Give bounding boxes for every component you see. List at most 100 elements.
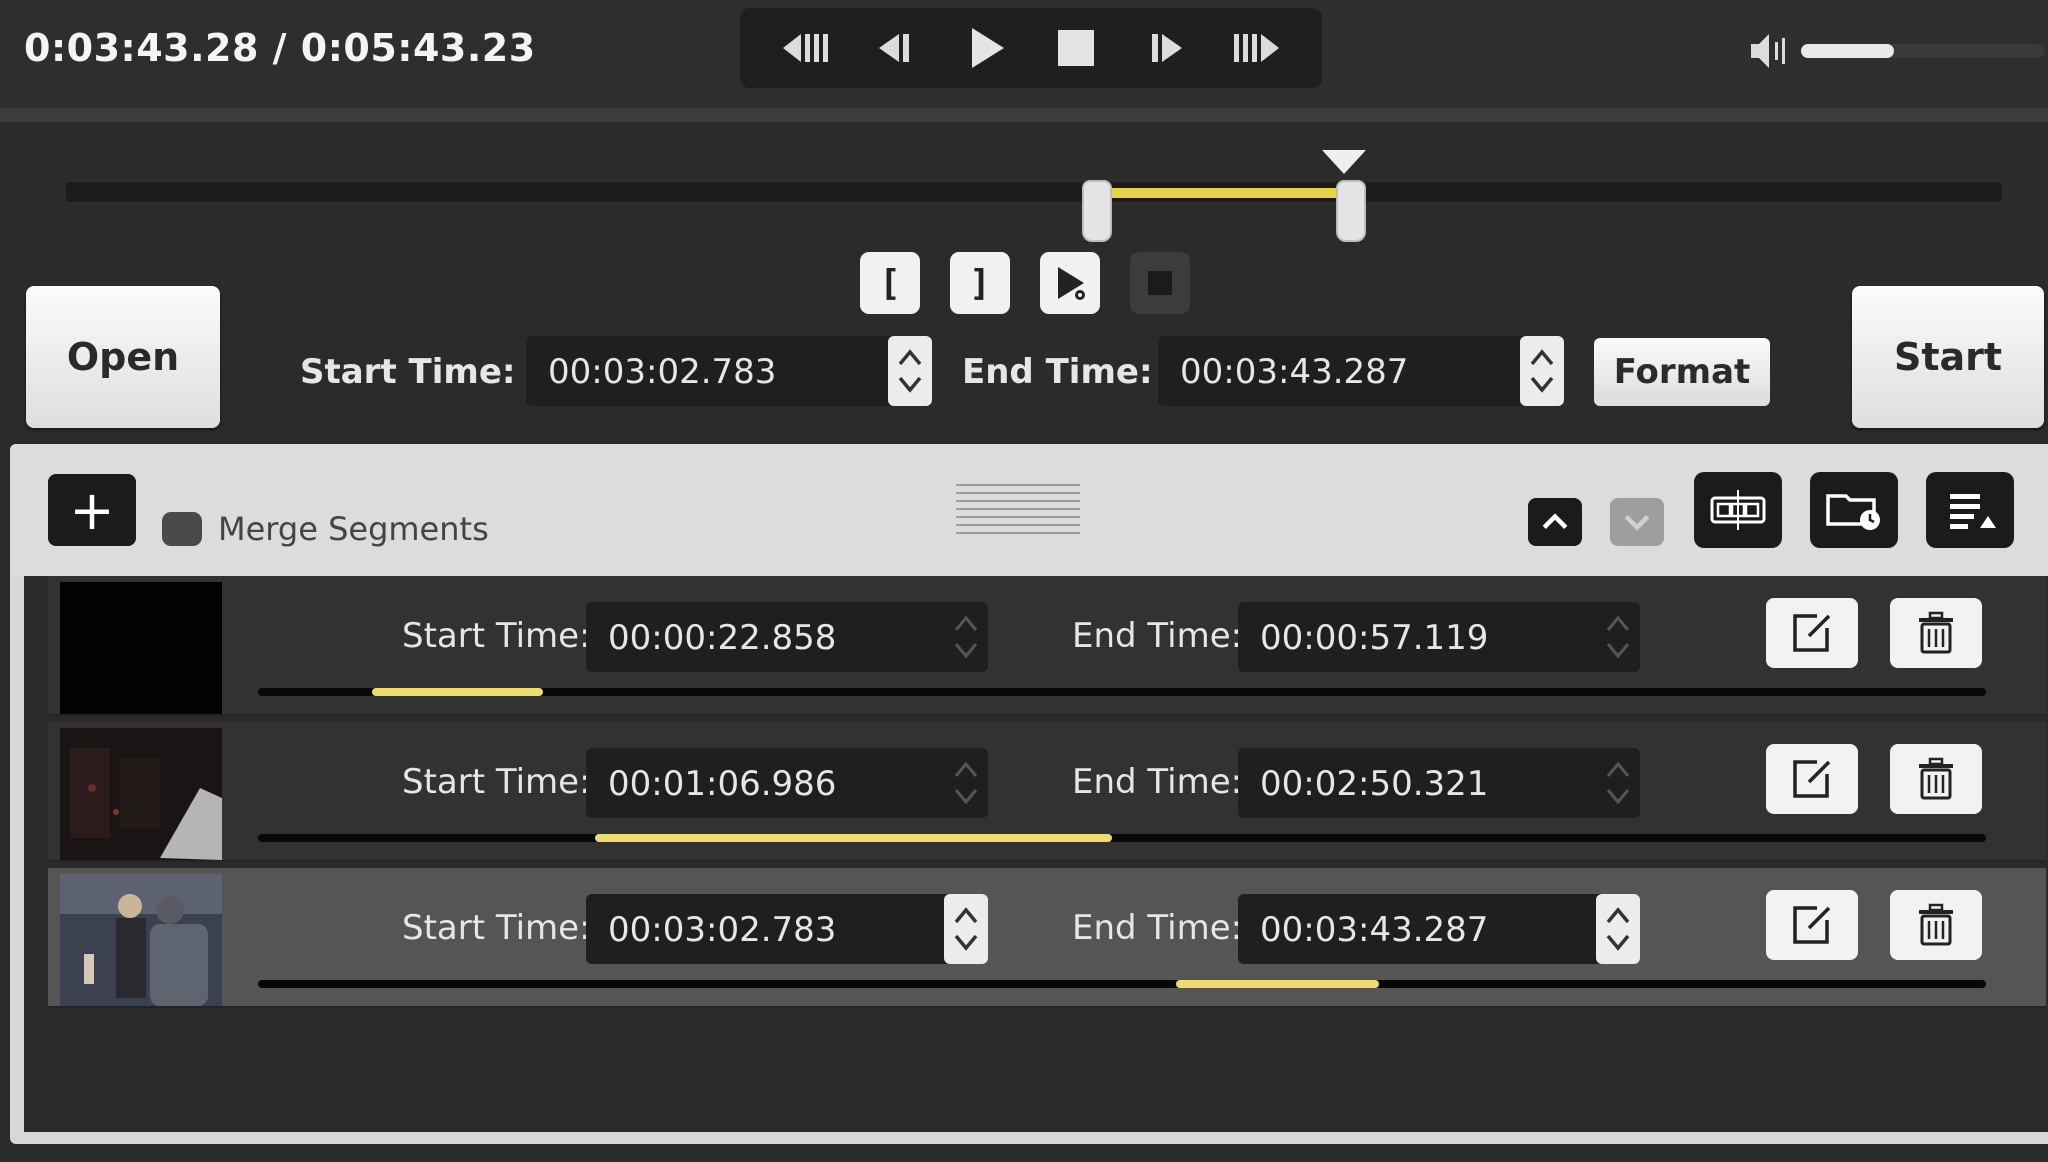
segment-timeline [258,688,1986,696]
segments-toolbar: + Merge Segments [10,444,2048,576]
start-time-spinner[interactable] [888,336,932,406]
segment-timeline [258,980,1986,988]
edit-icon [1793,614,1831,652]
list-icon [1950,494,1996,529]
chevron-up-icon [1606,907,1630,924]
end-time-value: 00:03:43.287 [1180,352,1409,392]
segment-start-spinner[interactable] [944,894,988,964]
segment-start-field[interactable]: 00:03:02.783 [586,894,988,964]
trim-selection [1101,188,1344,198]
segment-start-field[interactable]: 00:00:22.858 [586,602,988,672]
film-strip-icon [1710,490,1766,530]
volume-slider[interactable] [1801,44,2045,58]
chevron-down-icon [1624,515,1650,531]
segment-end-value: 00:03:43.287 [1260,910,1489,950]
stop-button[interactable] [1045,17,1107,79]
output-folder-button[interactable] [1810,472,1898,548]
segment-end-spinner[interactable] [1596,602,1640,672]
format-button[interactable]: Format [1594,338,1770,406]
segment-start-value: 00:01:06.986 [608,764,837,804]
segment-end-label: End Time: [1072,762,1243,802]
stop-icon [1058,30,1095,66]
mark-in-button[interactable]: [ [860,252,920,314]
delete-segment-button[interactable] [1890,890,1982,960]
step-back-button[interactable] [864,17,926,79]
trash-icon [1919,903,1953,946]
stop-selection-button[interactable] [1130,252,1190,314]
trash-icon [1919,757,1953,800]
playhead-marker[interactable] [1321,150,1366,174]
segment-end-field[interactable]: 00:00:57.119 [1238,602,1640,672]
chevron-down-icon [954,643,978,659]
trim-timeline[interactable] [66,182,2002,202]
segment-start-spinner[interactable] [944,602,988,672]
volume-slider-fill [1801,44,1894,58]
chevron-down-icon [1530,376,1554,393]
start-time-label: Start Time: [300,352,516,392]
segment-row[interactable]: Start Time: 00:00:22.858 End Time: 00:00… [48,576,2046,716]
segment-range-fill [372,688,544,696]
start-button[interactable]: Start [1852,286,2044,428]
move-up-button[interactable] [1528,498,1582,546]
end-time-spinner[interactable] [1520,336,1564,406]
end-time-field[interactable]: 00:03:43.287 [1158,336,1564,406]
chevron-up-icon [954,907,978,924]
chevron-down-icon [898,376,922,393]
mark-out-button[interactable]: ] [950,252,1010,314]
segment-end-field[interactable]: 00:03:43.287 [1238,894,1640,964]
play-button[interactable] [955,17,1017,79]
start-time-field[interactable]: 00:03:02.783 [526,336,932,406]
trim-start-handle[interactable] [1081,180,1112,242]
trim-end-handle[interactable] [1335,180,1366,242]
checkbox-box[interactable] [162,512,202,546]
delete-segment-button[interactable] [1890,744,1982,814]
move-down-button[interactable] [1610,498,1664,546]
segment-start-field[interactable]: 00:01:06.986 [586,748,988,818]
timecode-display: 0:03:43.28 / 0:05:43.23 [24,26,536,70]
segment-end-spinner[interactable] [1596,748,1640,818]
segment-thumbnail [60,874,222,1006]
step-forward-button[interactable] [1135,17,1197,79]
edit-segment-button[interactable] [1766,744,1858,814]
film-segments-button[interactable] [1694,472,1782,548]
trash-icon [1919,611,1953,654]
skip-start-button[interactable] [774,17,836,79]
segment-start-label: Start Time: [402,616,591,656]
volume-control [1745,26,2045,76]
skip-end-button[interactable] [1226,17,1288,79]
chevron-up-icon [954,761,978,777]
segment-start-spinner[interactable] [944,748,988,818]
play-icon [971,28,1004,68]
divider [0,108,2048,122]
chevron-down-icon [1606,934,1630,951]
chevron-down-icon [954,789,978,805]
segment-end-label: End Time: [1072,908,1243,948]
segment-thumbnail [60,582,222,714]
drag-handle[interactable] [956,484,1080,534]
merge-segments-checkbox[interactable]: Merge Segments [162,510,489,548]
segment-list-button[interactable] [1926,472,2014,548]
open-button[interactable]: Open [26,286,220,428]
segment-end-spinner[interactable] [1596,894,1640,964]
skip-end-icon [1233,34,1279,62]
speaker-icon[interactable] [1745,28,1791,74]
transport-controls [740,8,1322,88]
segment-row[interactable]: Start Time: 00:03:02.783 End Time: 00:03… [48,868,2046,1008]
chevron-down-icon [1606,643,1630,659]
mark-controls: [ ] [860,252,1190,314]
chevron-down-icon [954,934,978,951]
play-selection-button[interactable] [1040,252,1100,314]
edit-icon [1793,906,1831,944]
plus-icon: + [69,478,115,542]
segment-range-fill [1175,980,1380,988]
add-segment-button[interactable]: + [48,474,136,546]
edit-segment-button[interactable] [1766,598,1858,668]
edit-segment-button[interactable] [1766,890,1858,960]
segment-row[interactable]: Start Time: 00:01:06.986 End Time: 00:02… [48,722,2046,862]
delete-segment-button[interactable] [1890,598,1982,668]
folder-clock-icon [1826,494,1880,530]
chevron-down-icon [1606,789,1630,805]
segment-end-field[interactable]: 00:02:50.321 [1238,748,1640,818]
chevron-up-icon [1530,349,1554,366]
start-time-value: 00:03:02.783 [548,352,777,392]
